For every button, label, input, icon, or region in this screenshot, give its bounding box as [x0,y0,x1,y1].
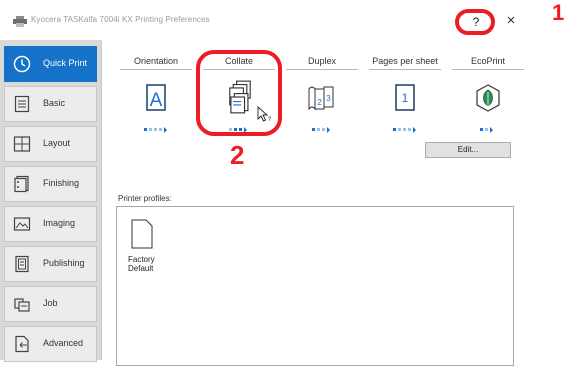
margin-area [530,40,570,360]
close-button[interactable]: × [502,12,520,30]
sidebar-item-label: Layout [43,138,71,148]
pages-per-sheet-icon: 1 [395,84,415,111]
printer-profiles-label: Printer profiles: [118,194,172,203]
document-lines-icon [14,95,30,113]
pages-per-sheet-value: 1 [402,91,409,105]
sidebar-item-label: Basic [43,98,66,108]
title-bar: Kyocera TASKalfa 7004i KX Printing Prefe… [0,0,530,40]
publishing-icon [15,255,29,273]
quick-print-panel: Orientation A Collate ? [101,40,530,366]
clock-icon [13,55,31,73]
image-icon [13,217,31,231]
ecoprint-leaf-icon [476,84,500,112]
profile-item-factory-default[interactable]: Factory Default [117,207,177,287]
sidebar-item-label: Finishing [43,178,80,188]
orientation-letter: A [150,90,163,111]
edit-button[interactable]: Edit... [425,142,511,158]
sidebar-item-imaging[interactable]: Imaging [4,206,97,242]
printer-icon [13,16,27,27]
sidebar: Quick Print Basic Layout Finishing Imagi… [0,40,101,362]
option-label: EcoPrint [470,56,505,66]
svg-text:2: 2 [317,98,322,107]
callout-ring-help [455,9,495,35]
duplex-icon: 2 3 [308,86,334,111]
finishing-icon [14,175,29,193]
printer-profiles-list[interactable]: Factory Default [116,206,514,366]
profile-name: Factory Default [128,255,155,273]
option-label: Duplex [307,56,336,66]
sidebar-item-finishing[interactable]: Finishing [4,166,97,202]
window-title: Kyocera TASKalfa 7004i KX Printing Prefe… [31,15,210,24]
callout-number-2: 2 [230,140,245,170]
callout-number-1: 1 [552,0,565,25]
sidebar-item-label: Imaging [43,218,76,228]
sidebar-item-label: Advanced [43,338,84,348]
sidebar-item-basic[interactable]: Basic [4,86,97,122]
sidebar-item-publishing[interactable]: Publishing [4,246,97,282]
sidebar-item-label: Quick Print [43,58,88,68]
sidebar-item-advanced[interactable]: Advanced [4,326,97,362]
layout-grid-icon [13,136,31,152]
option-label: Orientation [133,56,179,66]
sidebar-item-label: Publishing [43,258,85,268]
sidebar-item-job[interactable]: Job [4,286,97,322]
sidebar-item-quick-print[interactable]: Quick Print [4,46,97,82]
orientation-a-icon: A [146,84,166,111]
document-icon [131,219,153,249]
advanced-icon [15,335,29,353]
callout-ring-collate [196,50,282,136]
svg-text:3: 3 [326,94,331,103]
sidebar-item-layout[interactable]: Layout [4,126,97,162]
job-icon [14,298,30,312]
sidebar-item-label: Job [43,298,58,308]
option-label: Pages per sheet [372,56,438,66]
